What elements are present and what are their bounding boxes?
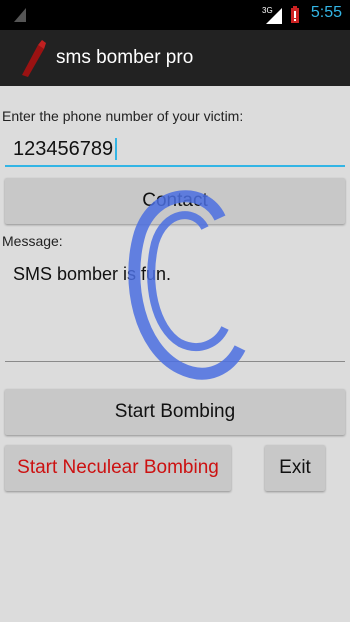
action-bar: sms bomber pro xyxy=(0,30,350,86)
status-bar: 3G 5:55 xyxy=(0,0,350,30)
text-cursor xyxy=(115,138,117,160)
start-neculear-bombing-button[interactable]: Start Neculear Bombing xyxy=(5,445,231,491)
app-logo-icon[interactable] xyxy=(16,39,46,77)
battery-icon xyxy=(291,6,299,23)
message-value: SMS bomber is fun. xyxy=(13,264,172,284)
message-input[interactable]: SMS bomber is fun. xyxy=(5,256,345,362)
contact-button[interactable]: Contact xyxy=(5,178,345,224)
start-bombing-button[interactable]: Start Bombing xyxy=(5,389,345,435)
signal-icon xyxy=(14,8,26,22)
clock: 5:55 xyxy=(310,4,342,21)
phone-number-value: 123456789 xyxy=(13,138,114,160)
phone-number-input[interactable]: 123456789 xyxy=(5,135,345,167)
exit-button[interactable]: Exit xyxy=(265,445,325,491)
svg-text:3G: 3G xyxy=(262,6,273,15)
message-label: Message: xyxy=(2,233,63,249)
app-title: sms bomber pro xyxy=(56,47,194,68)
network-3g-icon: 3G xyxy=(262,6,282,24)
phone-label: Enter the phone number of your victim: xyxy=(2,108,244,124)
